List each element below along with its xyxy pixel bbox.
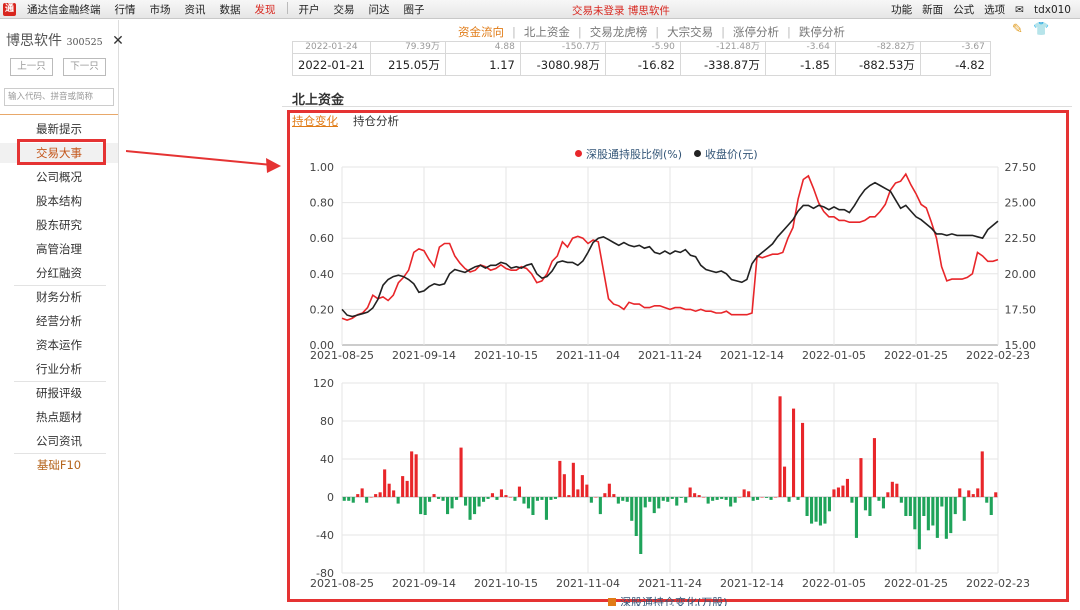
message-icon[interactable]: ✉ (1010, 4, 1029, 16)
menu-right-item[interactable]: 新面 (917, 2, 948, 17)
menu-item[interactable]: 发现 (248, 2, 283, 17)
table-cell: -5.90 (604, 41, 681, 54)
data-tab[interactable]: 交易龙虎榜 (582, 24, 656, 40)
sidebar-nav-item[interactable]: 资本运作 (0, 335, 118, 355)
bar-legend[interactable]: 深股通持仓变化(万股) (608, 594, 728, 606)
annotation-highlight-box (17, 139, 106, 165)
fund-flow-table: 2022-01-24 79.39万 4.88 -150.7万 -5.90 -121.48万… (292, 41, 991, 76)
table-row: 2022-01-21 215.05万 1.17 -3080.98万 -16.82 -338… (292, 53, 991, 76)
chart-subtabs: 持仓变化 持仓分析 (292, 113, 399, 129)
sidebar-nav-item[interactable]: 股东研究 (0, 215, 118, 235)
data-tab[interactable]: 涨停分析 (725, 24, 787, 40)
table-cell: -16.82 (604, 53, 681, 76)
legend-holding-ratio[interactable]: 深股通持股比例(%) (575, 146, 682, 162)
f10-sidebar: 博思软件 300525 ✕ 上一只 下一只 输入代码、拼音或简称 最新提示 交易大… (0, 20, 124, 610)
shirt-icon[interactable]: 👕 (1033, 22, 1049, 37)
legend-close-price[interactable]: 收盘价(元) (694, 146, 758, 162)
sidebar-nav-item[interactable]: 公司资讯 (0, 431, 118, 451)
sidebar-nav-item[interactable]: 基础F10 (0, 455, 118, 475)
chart-subtab[interactable]: 持仓变化 (292, 113, 338, 129)
table-cell: -882.53万 (834, 53, 921, 76)
menu-item[interactable]: 行情 (108, 2, 143, 17)
stock-code: 300525 (66, 37, 103, 48)
menu-item[interactable]: 圈子 (397, 2, 432, 17)
chart-legend: 深股通持股比例(%) 收盘价(元) (575, 146, 758, 162)
menu-item[interactable]: 数据 (213, 2, 248, 17)
table-cell: -150.7万 (519, 41, 606, 54)
menu-right: 功能 新面 公式 选项 ✉ tdx010 (886, 0, 1076, 19)
menu-right-item[interactable]: 功能 (886, 2, 917, 17)
data-tabs: 资金流向 | 北上资金 | 交易龙虎榜 | 大宗交易 | 涨停分析 | 跌停分析 (450, 24, 853, 40)
table-cell: 79.39万 (369, 41, 446, 54)
table-cell: 215.05万 (369, 53, 446, 76)
close-icon[interactable]: ✕ (112, 33, 124, 49)
section-divider (282, 106, 1072, 107)
menu-item[interactable]: 市场 (143, 2, 178, 17)
sidebar-nav-item[interactable]: 行业分析 (0, 359, 118, 379)
table-cell: -3.64 (764, 41, 836, 54)
main-menu: 行情 市场 资讯 数据 发现 开户 交易 问达 圈子 (108, 1, 432, 17)
nav-group-divider (14, 453, 106, 454)
table-cell: -3.67 (919, 41, 991, 54)
sidebar-nav-item[interactable]: 公司概况 (0, 167, 118, 187)
table-cell: 2022-01-21 (292, 53, 371, 76)
annotation-arrow (126, 150, 281, 173)
sidebar-divider (0, 114, 118, 115)
table-cell: -338.87万 (679, 53, 766, 76)
menu-item[interactable]: 问达 (362, 2, 397, 17)
prev-stock-button[interactable]: 上一只 (10, 58, 53, 76)
table-cell: -82.82万 (834, 41, 921, 54)
stock-header: 博思软件 300525 ✕ (6, 30, 124, 50)
menu-item[interactable]: 资讯 (178, 2, 213, 17)
table-row-partial: 2022-01-24 79.39万 4.88 -150.7万 -5.90 -121.48万… (292, 41, 991, 54)
data-tab[interactable]: 大宗交易 (659, 24, 721, 40)
table-cell: -1.85 (764, 53, 836, 76)
stock-name: 博思软件 (6, 33, 62, 49)
sidebar-nav-item[interactable]: 股本结构 (0, 191, 118, 211)
menu-item[interactable]: 开户 (292, 2, 327, 17)
sidebar-nav-item[interactable]: 高管治理 (0, 239, 118, 259)
app-logo-icon: 通 (3, 2, 16, 16)
table-cell: -4.82 (919, 53, 991, 76)
chart-subtab[interactable]: 持仓分析 (353, 113, 399, 129)
menu-right-item[interactable]: 公式 (948, 2, 979, 17)
annotation-chart-frame (287, 110, 1069, 602)
toolbar-icons: ✎ 👕 (1012, 22, 1049, 37)
table-cell: -3080.98万 (519, 53, 606, 76)
next-stock-button[interactable]: 下一只 (63, 58, 106, 76)
sidebar-nav-item[interactable]: 研报评级 (0, 383, 118, 403)
data-tab[interactable]: 跌停分析 (791, 24, 853, 40)
sidebar-nav-item[interactable]: 最新提示 (0, 119, 118, 139)
menu-bar: 通 通达信金融终端 行情 市场 资讯 数据 发现 开户 交易 问达 圈子 交易未登录 博思软件 … (0, 0, 1080, 19)
edit-icon[interactable]: ✎ (1012, 22, 1023, 37)
sidebar-nav-item[interactable]: 分红融资 (0, 263, 118, 283)
table-cell: -121.48万 (679, 41, 766, 54)
table-cell: 4.88 (444, 41, 521, 54)
data-tab[interactable]: 北上资金 (516, 24, 578, 40)
menu-right-item[interactable]: 选项 (979, 2, 1010, 17)
menu-item[interactable]: 交易 (327, 2, 362, 17)
sidebar-nav-item[interactable]: 经营分析 (0, 311, 118, 331)
table-cell: 2022-01-24 (292, 41, 371, 54)
nav-group-divider (14, 285, 106, 286)
sidebar-nav-item[interactable]: 热点题材 (0, 407, 118, 427)
nav-group-divider (14, 381, 106, 382)
data-tab[interactable]: 资金流向 (450, 24, 512, 40)
stock-search-input[interactable]: 输入代码、拼音或简称 (4, 88, 114, 106)
app-title: 通达信金融终端 (27, 3, 101, 16)
login-status[interactable]: 交易未登录 博思软件 (572, 3, 670, 18)
sidebar-nav-item[interactable]: 财务分析 (0, 287, 118, 307)
menu-separator (286, 1, 288, 14)
user-name[interactable]: tdx010 (1029, 4, 1076, 16)
table-cell: 1.17 (444, 53, 521, 76)
